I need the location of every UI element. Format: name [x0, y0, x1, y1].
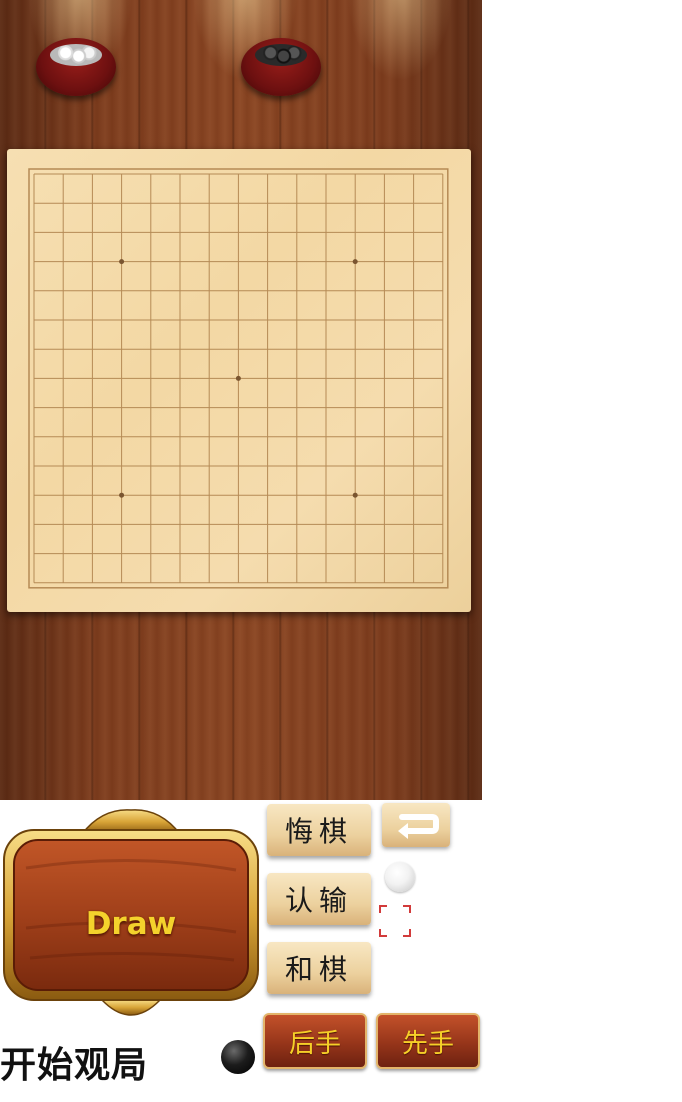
board-grid[interactable] — [7, 149, 471, 612]
star-point — [119, 492, 125, 498]
star-point — [235, 375, 241, 381]
white-stones-icon — [50, 44, 102, 66]
undo-button[interactable]: 悔棋 — [267, 804, 371, 856]
black-stone-bowl[interactable] — [241, 38, 321, 96]
resign-button[interactable]: 认输 — [267, 873, 371, 925]
start-watching-label[interactable]: 开始观局 — [0, 1036, 148, 1088]
black-stones-icon — [255, 44, 307, 66]
gomoku-board[interactable] — [7, 149, 471, 612]
star-point — [352, 259, 358, 265]
white-stone-bowl[interactable] — [36, 38, 116, 96]
result-text: Draw — [85, 906, 177, 942]
wooden-table — [0, 0, 482, 800]
result-panel: Draw — [2, 808, 260, 1023]
back-button[interactable] — [382, 803, 450, 847]
star-point — [119, 259, 125, 265]
black-turn-indicator — [221, 1040, 255, 1074]
play-first-button[interactable]: 先手 — [376, 1013, 480, 1069]
play-second-button[interactable]: 后手 — [263, 1013, 367, 1069]
offer-draw-button[interactable]: 和棋 — [267, 942, 371, 994]
white-turn-indicator — [385, 862, 415, 892]
selection-marker-icon — [379, 905, 411, 937]
star-point — [352, 492, 358, 498]
return-arrow-icon — [398, 814, 439, 839]
